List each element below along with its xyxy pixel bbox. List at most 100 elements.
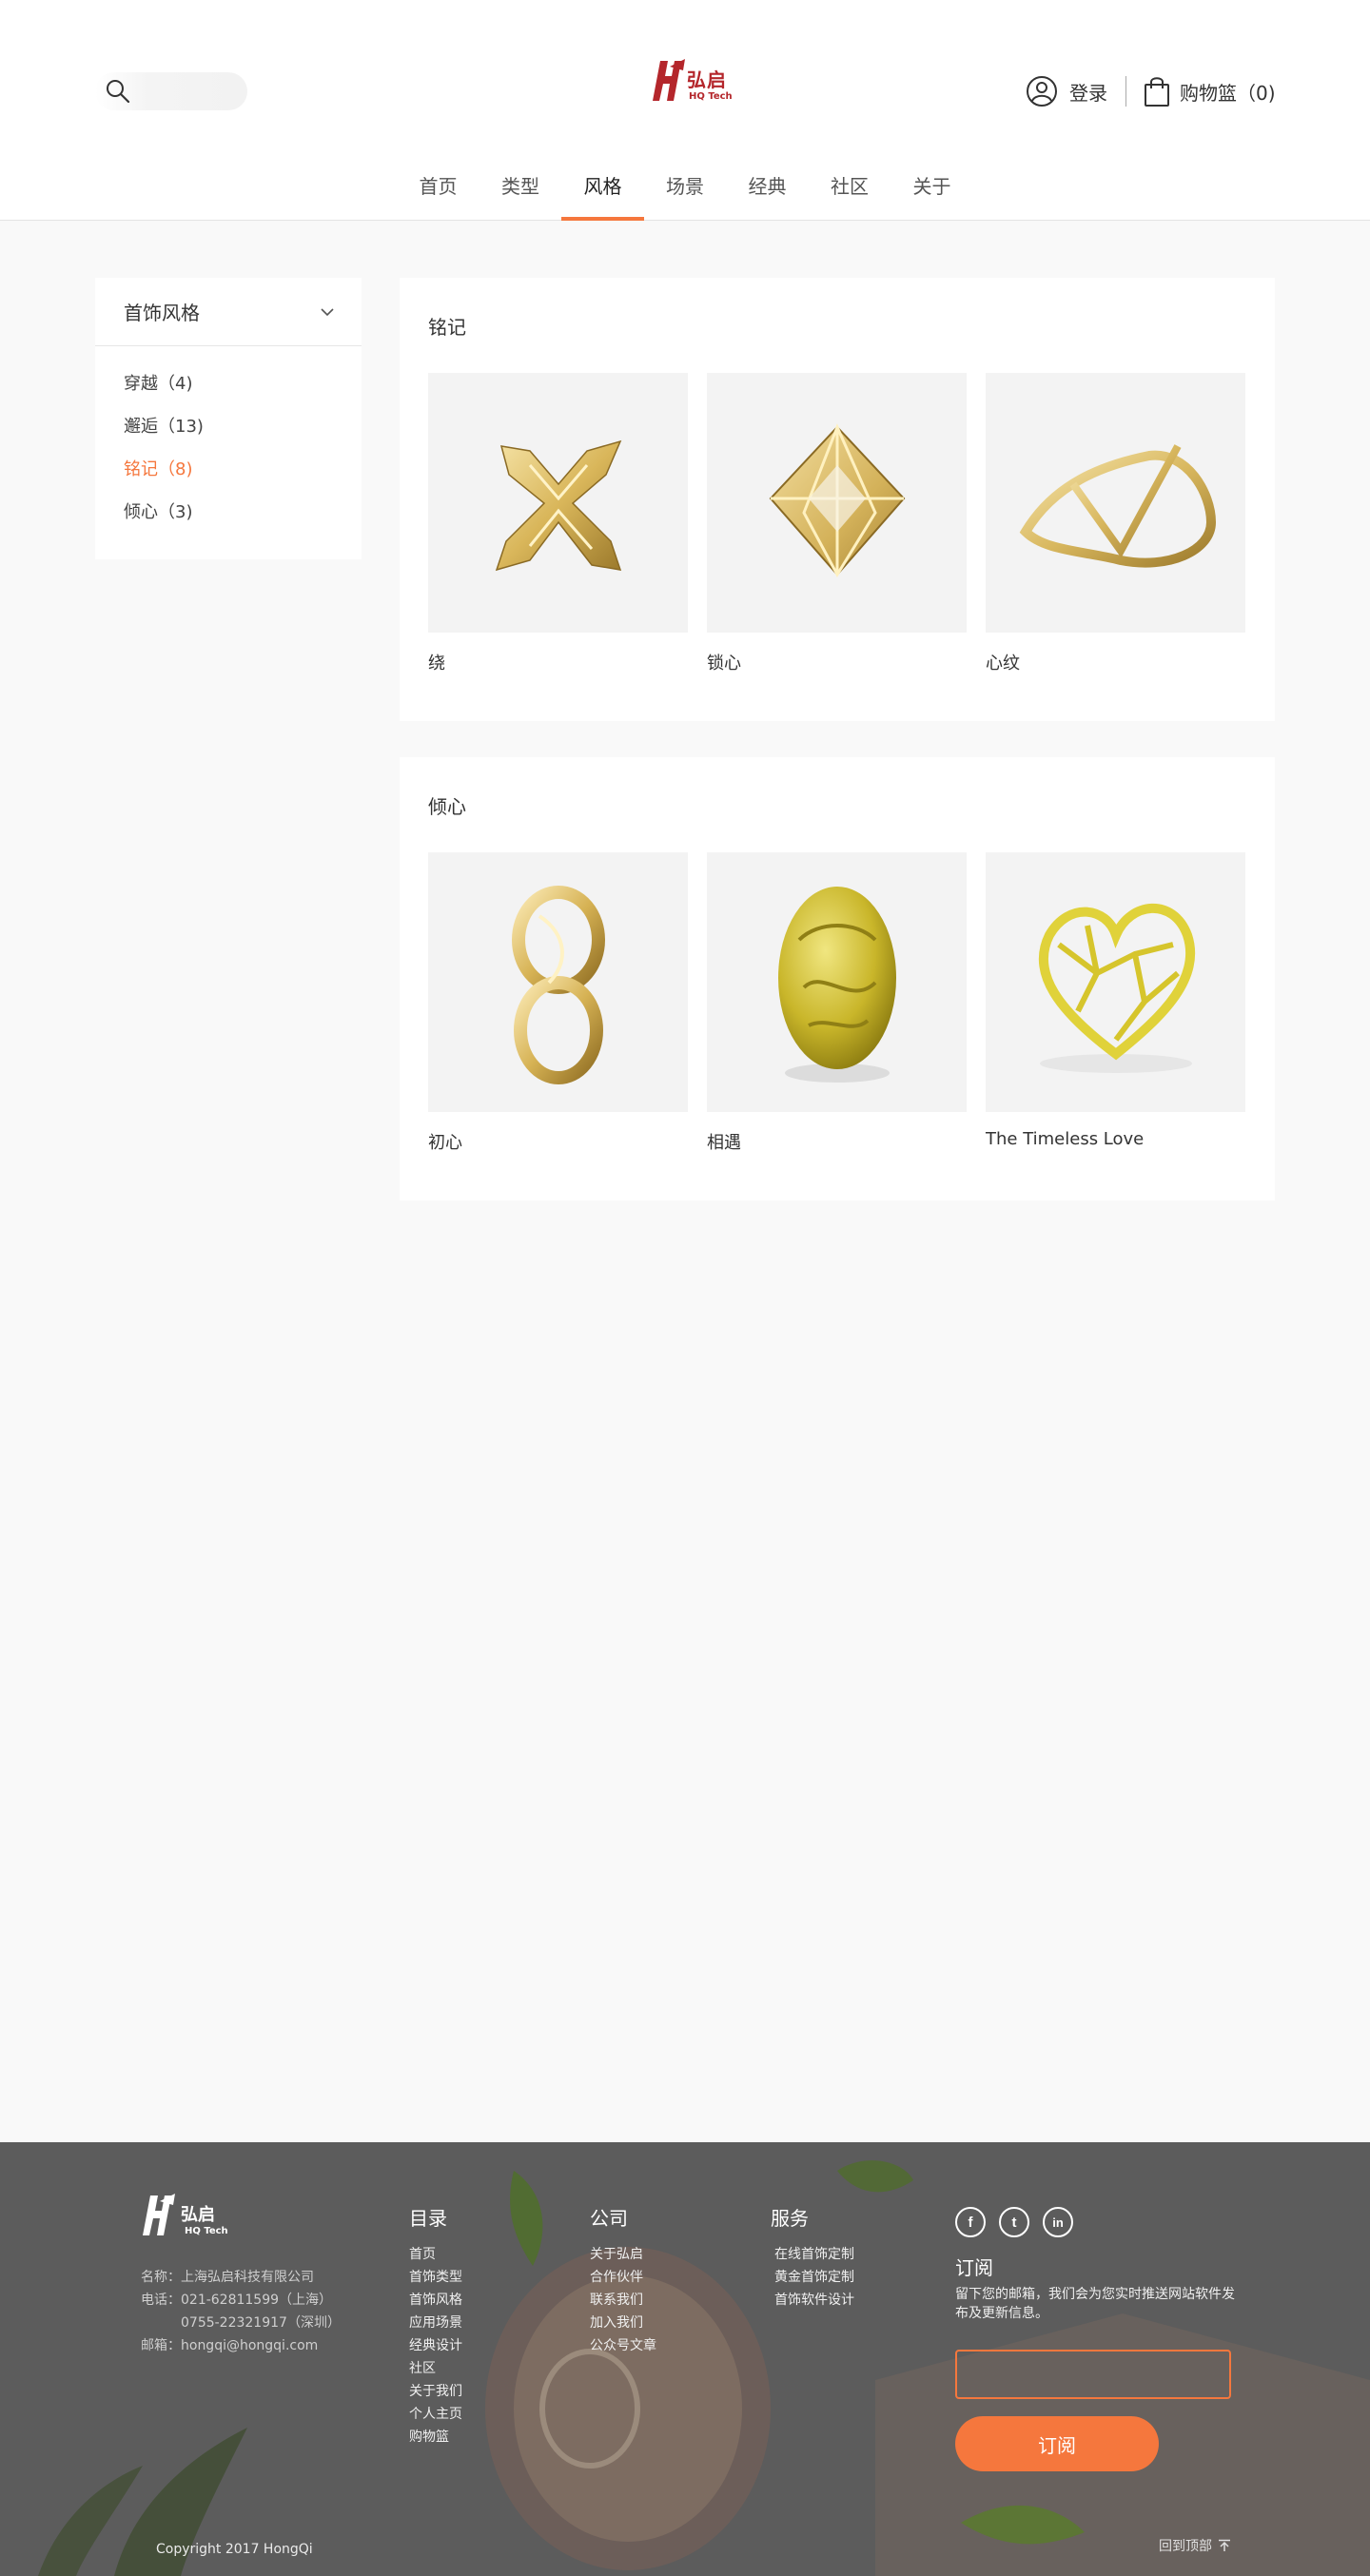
footer-link[interactable]: 首饰类型	[409, 2266, 462, 2289]
product-image	[428, 373, 688, 633]
services-links: 在线首饰定制 黄金首饰定制 首饰软件设计	[774, 2243, 854, 2312]
directory-title: 目录	[409, 2207, 447, 2230]
section-title: 倾心	[428, 795, 466, 818]
site-header: 弘启 HQ Tech 登录 购物篮（0) 首页 类型 风格 场景 经典 社区 关…	[0, 0, 1370, 221]
tab-home[interactable]: 首页	[397, 167, 480, 221]
footer-link[interactable]: 关于我们	[409, 2380, 462, 2403]
search-input[interactable]	[135, 72, 240, 110]
facebook-icon[interactable]: f	[955, 2207, 986, 2237]
logo-sub-text: HQ Tech	[689, 91, 733, 102]
company-phone-shenzhen: 0755-22321917（深圳）	[181, 2315, 341, 2331]
tab-community[interactable]: 社区	[809, 167, 891, 221]
twitter-icon[interactable]: t	[999, 2207, 1029, 2237]
style-item-qingxin[interactable]: 倾心（3)	[95, 501, 362, 544]
product-name: 锁心	[707, 654, 741, 673]
footer-link[interactable]: 购物篮	[409, 2426, 462, 2449]
company-phone-shanghai: 电话：021-62811599（上海）	[141, 2293, 333, 2308]
company-email: 邮箱：hongqi@hongqi.com	[141, 2338, 319, 2353]
gold-lattice-heart-icon	[1038, 903, 1195, 1073]
footer-link[interactable]: 合作伙伴	[590, 2266, 656, 2289]
copyright-text: Copyright 2017 HongQi	[156, 2542, 313, 2557]
product-image	[428, 852, 688, 1112]
footer-logo-brand: 弘启	[181, 2205, 215, 2225]
footer-link[interactable]: 个人主页	[409, 2403, 462, 2426]
tab-classic[interactable]: 经典	[726, 167, 809, 221]
directory-links: 首页 首饰类型 首饰风格 应用场景 经典设计 社区 关于我们 个人主页 购物篮	[409, 2243, 462, 2449]
product-image	[707, 852, 967, 1112]
style-filter-sidebar: 首饰风格 穿越（4) 邂逅（13) 铭记（8) 倾心（3)	[95, 278, 362, 559]
cart-button[interactable]: 购物篮（0)	[1144, 72, 1276, 110]
linkedin-icon[interactable]: in	[1043, 2207, 1073, 2237]
tab-about[interactable]: 关于	[890, 167, 973, 221]
gold-ribbon-ring-icon	[1019, 443, 1216, 568]
footer-link[interactable]: 首饰软件设计	[774, 2289, 854, 2312]
gold-cross-pendant-icon	[495, 439, 621, 571]
product-card[interactable]: 绕	[428, 373, 688, 674]
chevron-down-icon	[321, 307, 334, 316]
site-footer: 弘启 HQ Tech 名称：上海弘启科技有限公司 电话：021-62811599…	[0, 2142, 1370, 2576]
style-item-chuanyue[interactable]: 穿越（4)	[95, 373, 362, 416]
footer-link[interactable]: 关于弘启	[590, 2243, 656, 2266]
shopping-bag-icon	[1145, 77, 1169, 107]
style-item-mingji[interactable]: 铭记（8)	[95, 459, 362, 501]
footer-link[interactable]: 公众号文章	[590, 2334, 656, 2357]
product-name: 相遇	[707, 1133, 741, 1153]
product-image	[707, 373, 967, 633]
style-filter-dropdown[interactable]: 首饰风格	[95, 278, 362, 346]
product-name: 心纹	[986, 654, 1020, 673]
back-to-top-button[interactable]: 回到顶部	[1159, 2536, 1231, 2555]
product-card[interactable]: The Timeless Love	[986, 852, 1245, 1149]
style-item-xiehou[interactable]: 邂逅（13)	[95, 416, 362, 459]
product-section-qingxin: 倾心 初心 相遇 The Timeless Love	[400, 757, 1275, 1200]
footer-logo[interactable]: 弘启 HQ Tech	[141, 2190, 245, 2243]
tab-types[interactable]: 类型	[480, 167, 562, 221]
main-nav: 首页 类型 风格 场景 经典 社区 关于	[0, 167, 1370, 221]
footer-link[interactable]: 社区	[409, 2357, 462, 2380]
footer-link[interactable]: 加入我们	[590, 2312, 656, 2334]
company-name: 名称：上海弘启科技有限公司	[141, 2270, 314, 2285]
services-title: 服务	[771, 2207, 809, 2230]
footer-link[interactable]: 在线首饰定制	[774, 2243, 854, 2266]
footer-link[interactable]: 应用场景	[409, 2312, 462, 2334]
footer-link[interactable]: 经典设计	[409, 2334, 462, 2357]
logo[interactable]: 弘启 HQ Tech	[645, 53, 740, 107]
product-section-mingji: 铭记 绕 锁心 心纹	[400, 278, 1275, 721]
product-card[interactable]: 心纹	[986, 373, 1245, 674]
search-box[interactable]	[95, 72, 247, 110]
style-list: 穿越（4) 邂逅（13) 铭记（8) 倾心（3)	[95, 346, 362, 544]
style-filter-title: 首饰风格	[124, 302, 200, 324]
tab-style[interactable]: 风格	[561, 167, 644, 221]
footer-logo-sub: HQ Tech	[185, 2226, 228, 2236]
back-to-top-label: 回到顶部	[1159, 2539, 1212, 2554]
gold-octahedron-pendant-icon	[769, 422, 905, 577]
product-image	[986, 373, 1245, 633]
product-card[interactable]: 相遇	[707, 852, 967, 1154]
cart-label: 购物篮（0)	[1180, 81, 1276, 105]
search-icon[interactable]	[105, 78, 131, 105]
company-title: 公司	[590, 2207, 628, 2230]
footer-link[interactable]: 黄金首饰定制	[774, 2266, 854, 2289]
product-name: The Timeless Love	[986, 1129, 1145, 1149]
product-card[interactable]: 初心	[428, 852, 688, 1154]
product-card[interactable]: 锁心	[707, 373, 967, 674]
login-button[interactable]: 登录	[1026, 72, 1107, 110]
section-title: 铭记	[428, 316, 466, 339]
footer-link[interactable]: 首页	[409, 2243, 462, 2266]
subscribe-title: 订阅	[955, 2256, 993, 2279]
arrow-up-icon	[1219, 2539, 1230, 2551]
gold-carved-bead-icon	[777, 886, 896, 1083]
product-name: 绕	[428, 654, 445, 673]
footer-link[interactable]: 首饰风格	[409, 2289, 462, 2312]
subscribe-email-input[interactable]	[955, 2350, 1231, 2399]
product-name: 初心	[428, 1133, 462, 1153]
company-links: 关于弘启 合作伙伴 联系我们 加入我们 公众号文章	[590, 2243, 656, 2357]
product-image	[986, 852, 1245, 1112]
footer-link[interactable]: 联系我们	[590, 2289, 656, 2312]
logo-brand-text: 弘启	[687, 68, 727, 91]
hq-logo-mark-icon	[143, 2194, 175, 2235]
subscribe-button[interactable]: 订阅	[955, 2416, 1159, 2471]
user-icon	[1027, 76, 1057, 107]
subscribe-description: 留下您的邮箱，我们会为您实时推送网站软件发布及更新信息。	[955, 2287, 1235, 2321]
header-divider	[1125, 76, 1126, 107]
tab-scenes[interactable]: 场景	[644, 167, 727, 221]
